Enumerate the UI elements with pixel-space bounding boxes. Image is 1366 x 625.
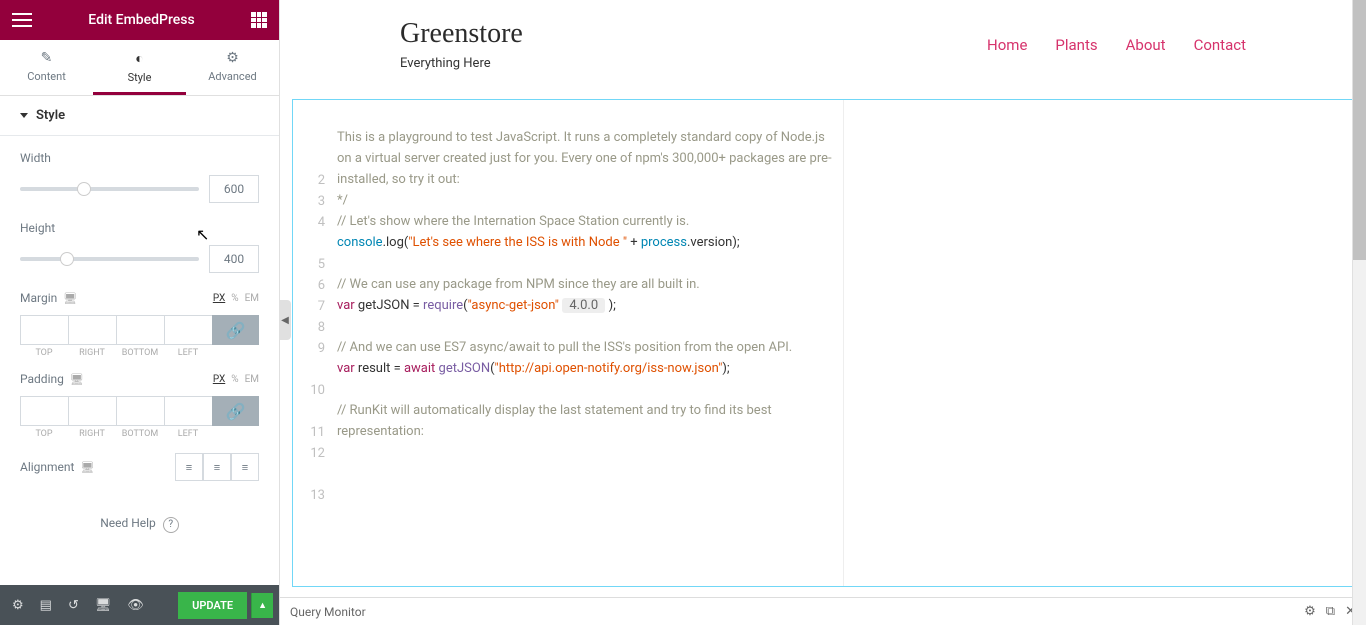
margin-left-label: LEFT xyxy=(164,348,212,358)
width-input[interactable] xyxy=(209,175,259,203)
tab-advanced[interactable]: ⚙ Advanced xyxy=(186,40,279,95)
code-line: var getJSON = require("async-get-json" 4… xyxy=(337,298,616,313)
embed-output-panel xyxy=(843,100,1333,586)
height-slider[interactable] xyxy=(20,257,199,261)
margin-link-toggle[interactable]: 🔗 xyxy=(212,315,259,345)
section-style-header[interactable]: Style xyxy=(0,96,279,136)
tab-content-label: Content xyxy=(27,70,66,83)
margin-bottom-input[interactable] xyxy=(116,315,164,345)
update-button[interactable]: UPDATE xyxy=(178,592,247,619)
contrast-icon: ◐ xyxy=(93,50,186,67)
tab-advanced-label: Advanced xyxy=(208,70,256,83)
pencil-icon: ✎ xyxy=(0,50,93,66)
device-icon[interactable]: 🖥 xyxy=(70,373,84,386)
padding-top-label: TOP xyxy=(20,429,68,439)
code-line: // We can use any package from NPM since… xyxy=(337,277,700,292)
footer-popout-icon[interactable]: ⧉ xyxy=(1326,604,1335,619)
footer-gear-icon[interactable]: ⚙ xyxy=(1304,604,1316,619)
padding-link-toggle[interactable]: 🔗 xyxy=(212,396,259,426)
margin-top-input[interactable] xyxy=(20,315,68,345)
align-right-button[interactable]: ≡ xyxy=(231,453,259,481)
height-input[interactable] xyxy=(209,245,259,273)
site-title: Greenstore xyxy=(400,18,523,50)
margin-right-label: RIGHT xyxy=(68,348,116,358)
unit-em[interactable]: EM xyxy=(245,293,259,304)
code-line: This is a playground to test JavaScript.… xyxy=(337,130,832,187)
height-slider-thumb[interactable] xyxy=(60,252,74,266)
alignment-label: Alignment xyxy=(20,460,74,474)
margin-label: Margin xyxy=(20,291,57,305)
site-subtitle: Everything Here xyxy=(400,56,523,71)
margin-top-label: TOP xyxy=(20,348,68,358)
need-help[interactable]: Need Help ? xyxy=(0,496,279,553)
nav-about[interactable]: About xyxy=(1126,36,1166,54)
width-slider-thumb[interactable] xyxy=(77,182,91,196)
padding-left-label: LEFT xyxy=(164,429,212,439)
nav-plants[interactable]: Plants xyxy=(1055,36,1097,54)
unit-px[interactable]: PX xyxy=(213,293,225,304)
collapse-sidebar-handle[interactable]: ◀ xyxy=(279,300,291,340)
unit-px[interactable]: PX xyxy=(213,374,225,385)
nav-contact[interactable]: Contact xyxy=(1194,36,1246,54)
code-line: // And we can use ES7 async/await to pul… xyxy=(337,340,792,355)
caret-down-icon xyxy=(20,113,28,118)
align-center-button[interactable]: ≡ xyxy=(203,453,231,481)
gear-icon: ⚙ xyxy=(186,50,279,66)
history-icon[interactable]: ↺ xyxy=(62,592,85,619)
unit-pct[interactable]: % xyxy=(231,374,238,385)
need-help-label: Need Help xyxy=(100,516,156,530)
unit-em[interactable]: EM xyxy=(245,374,259,385)
code-line: var result = await getJSON("http://api.o… xyxy=(337,361,730,376)
tab-content[interactable]: ✎ Content xyxy=(0,40,93,95)
code-line: console.log("Let's see where the ISS is … xyxy=(337,235,740,250)
menu-icon[interactable] xyxy=(12,13,32,27)
scrollbar[interactable] xyxy=(1352,0,1366,625)
responsive-icon[interactable]: 🖥 xyxy=(89,592,118,619)
padding-bottom-input[interactable] xyxy=(116,396,164,426)
padding-right-input[interactable] xyxy=(68,396,116,426)
apps-icon[interactable] xyxy=(251,12,267,28)
width-label: Width xyxy=(20,151,51,165)
preview-icon[interactable]: 👁 xyxy=(121,592,150,619)
update-options-button[interactable]: ▲ xyxy=(251,593,273,618)
code-line: */ xyxy=(337,193,348,208)
margin-bottom-label: BOTTOM xyxy=(116,348,164,358)
unit-pct[interactable]: % xyxy=(231,293,238,304)
padding-right-label: RIGHT xyxy=(68,429,116,439)
tab-style-label: Style xyxy=(128,71,152,84)
code-line: // RunKit will automatically display the… xyxy=(337,403,775,439)
embed-frame[interactable]: 2 3 4 5 6 7 8 9 10 11 12 13 This is a pl… xyxy=(292,99,1354,587)
padding-bottom-label: BOTTOM xyxy=(116,429,164,439)
scrollbar-thumb[interactable] xyxy=(1353,0,1366,260)
section-style-title: Style xyxy=(36,108,65,123)
settings-icon[interactable]: ⚙ xyxy=(6,592,30,619)
device-icon[interactable]: 🖥 xyxy=(80,461,94,474)
align-left-button[interactable]: ≡ xyxy=(175,453,203,481)
query-monitor-label[interactable]: Query Monitor xyxy=(290,605,366,619)
padding-top-input[interactable] xyxy=(20,396,68,426)
help-icon: ? xyxy=(163,517,179,533)
code-gutter: 2 3 4 5 6 7 8 9 10 11 12 13 xyxy=(293,100,333,586)
padding-left-input[interactable] xyxy=(164,396,212,426)
panel-title: Edit EmbedPress xyxy=(88,12,194,28)
margin-right-input[interactable] xyxy=(68,315,116,345)
navigator-icon[interactable]: ▤ xyxy=(34,592,58,619)
code-line: // Let's show where the Internation Spac… xyxy=(337,214,689,229)
code-editor[interactable]: This is a playground to test JavaScript.… xyxy=(333,100,843,586)
margin-left-input[interactable] xyxy=(164,315,212,345)
width-slider[interactable] xyxy=(20,187,199,191)
tab-style[interactable]: ◐ Style xyxy=(93,40,186,95)
height-label: Height xyxy=(20,221,55,235)
device-icon[interactable]: 🖥 xyxy=(63,292,77,305)
padding-label: Padding xyxy=(20,372,64,386)
nav-home[interactable]: Home xyxy=(987,36,1027,54)
